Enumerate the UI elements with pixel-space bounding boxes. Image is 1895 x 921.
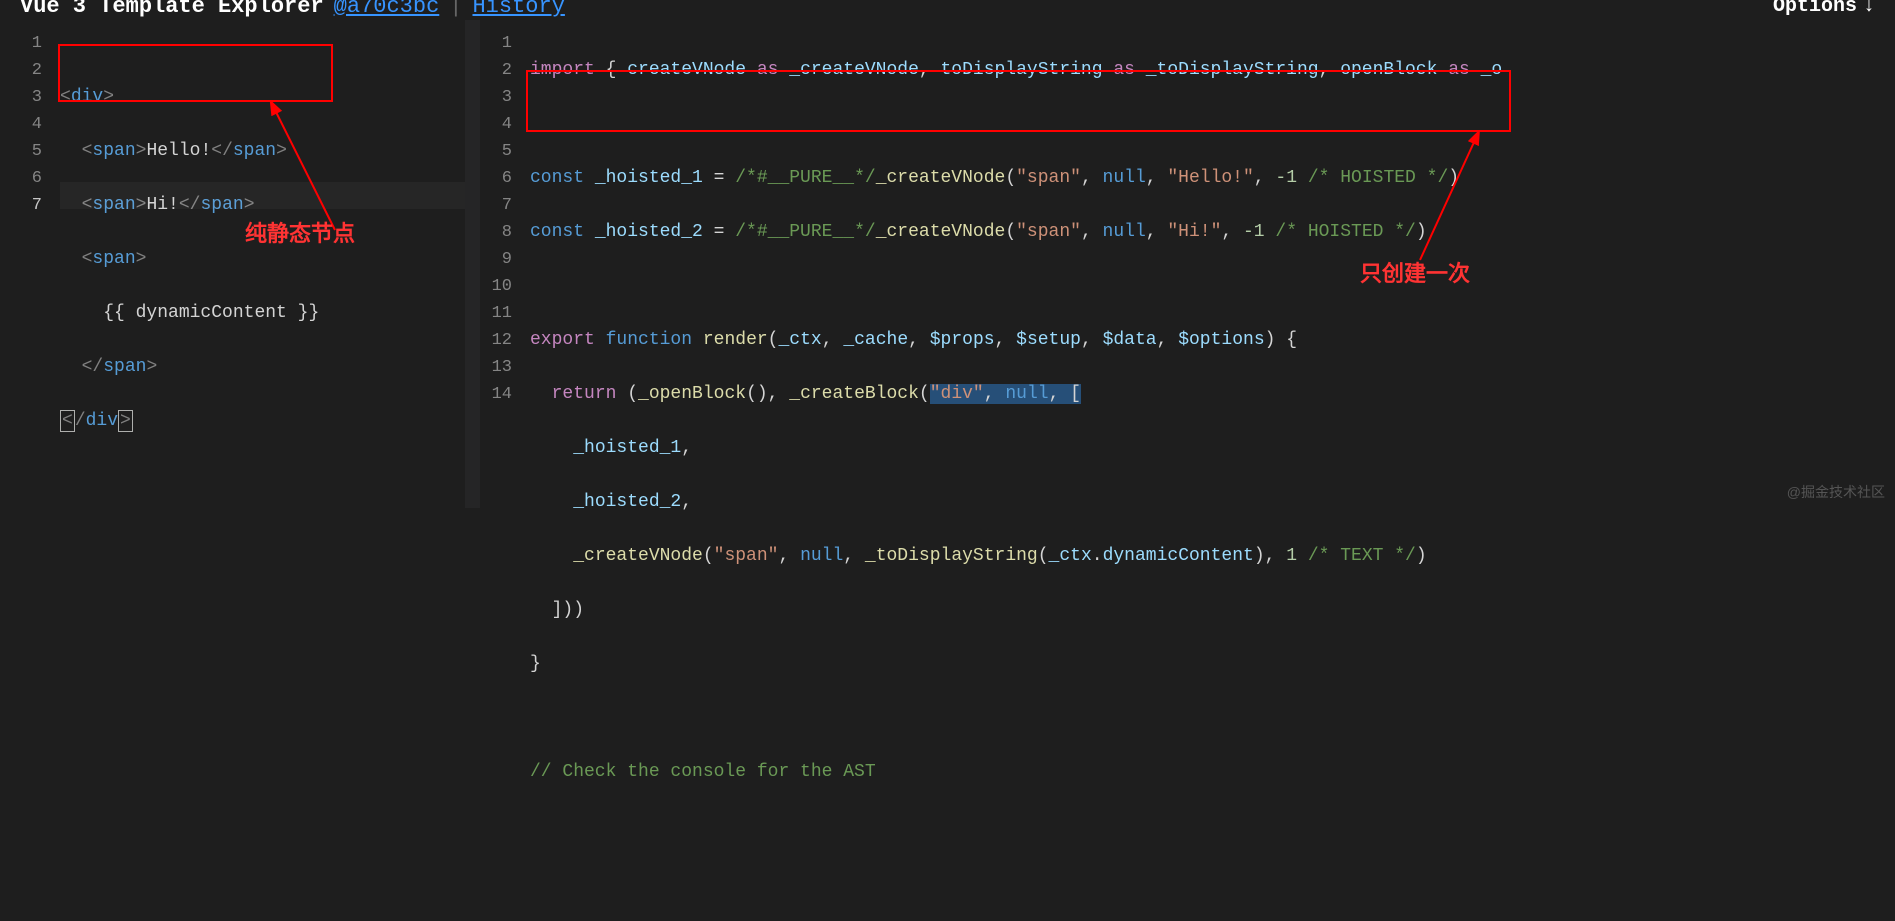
options-toggle[interactable]: Options ↓ [1773, 0, 1875, 18]
minimap[interactable] [465, 20, 480, 508]
commit-link[interactable]: @a70c3bc [334, 0, 440, 19]
line-number: 9 [480, 246, 512, 273]
code-line: export function render(_ctx, _cache, $pr… [530, 327, 1895, 354]
arrow-icon [255, 100, 355, 240]
line-number: 3 [480, 84, 512, 111]
code-line [530, 111, 1895, 138]
code-line: {{ dynamicContent }} [60, 300, 465, 327]
editors-container: 1 2 3 4 5 6 7 <div> <span>Hello!</span> … [0, 20, 1895, 508]
code-line: return (_openBlock(), _createBlock("div"… [530, 381, 1895, 408]
watermark: @掘金技术社区 [1787, 482, 1885, 502]
line-number: 6 [0, 165, 42, 192]
line-number: 10 [480, 273, 512, 300]
template-editor[interactable]: 1 2 3 4 5 6 7 <div> <span>Hello!</span> … [0, 20, 480, 508]
line-number: 8 [480, 219, 512, 246]
line-number: 5 [480, 138, 512, 165]
app-title: Vue 3 Template Explorer [20, 0, 324, 19]
right-gutter: 1 2 3 4 5 6 7 8 9 10 11 12 13 14 [480, 20, 530, 508]
code-line: <span>Hello!</span> [60, 138, 465, 165]
arrow-icon [1400, 130, 1500, 270]
code-line: _hoisted_2, [530, 489, 1895, 516]
code-line: </div> [60, 408, 465, 435]
code-line: _createVNode("span", null, _toDisplayStr… [530, 543, 1895, 570]
line-number: 4 [480, 111, 512, 138]
options-label: Options [1773, 0, 1857, 18]
line-number: 13 [480, 354, 512, 381]
code-line: <span> [60, 246, 465, 273]
right-code[interactable]: import { createVNode as _createVNode, to… [530, 20, 1895, 508]
code-line: // Check the console for the AST [530, 759, 1895, 786]
output-editor[interactable]: 1 2 3 4 5 6 7 8 9 10 11 12 13 14 import … [480, 20, 1895, 508]
separator: | [449, 0, 462, 19]
code-line: const _hoisted_1 = /*#__PURE__*/_createV… [530, 165, 1895, 192]
code-line: const _hoisted_2 = /*#__PURE__*/_createV… [530, 219, 1895, 246]
line-number: 7 [480, 192, 512, 219]
left-gutter: 1 2 3 4 5 6 7 [0, 20, 60, 508]
line-number: 4 [0, 111, 42, 138]
code-line: import { createVNode as _createVNode, to… [530, 57, 1895, 84]
history-link[interactable]: History [472, 0, 564, 19]
app-header: Vue 3 Template Explorer @a70c3bc | Histo… [0, 0, 1895, 20]
line-number: 12 [480, 327, 512, 354]
line-number: 5 [0, 138, 42, 165]
code-line [530, 273, 1895, 300]
line-number: 1 [480, 30, 512, 57]
line-number: 3 [0, 84, 42, 111]
header-left: Vue 3 Template Explorer @a70c3bc | Histo… [20, 0, 565, 19]
line-number: 2 [480, 57, 512, 84]
chevron-down-icon: ↓ [1863, 0, 1875, 18]
code-line: ])) [530, 597, 1895, 624]
code-line: _hoisted_1, [530, 435, 1895, 462]
code-line: } [530, 651, 1895, 678]
code-line: </span> [60, 354, 465, 381]
cursor-line [60, 182, 465, 209]
line-number: 2 [0, 57, 42, 84]
line-number: 11 [480, 300, 512, 327]
code-line: <div> [60, 84, 465, 111]
line-number: 7 [0, 192, 42, 219]
line-number: 14 [480, 381, 512, 408]
annotation-label: 纯静态节点 [245, 220, 355, 247]
code-line [530, 705, 1895, 732]
line-number: 1 [0, 30, 42, 57]
line-number: 6 [480, 165, 512, 192]
left-code[interactable]: <div> <span>Hello!</span> <span>Hi!</spa… [60, 20, 465, 508]
